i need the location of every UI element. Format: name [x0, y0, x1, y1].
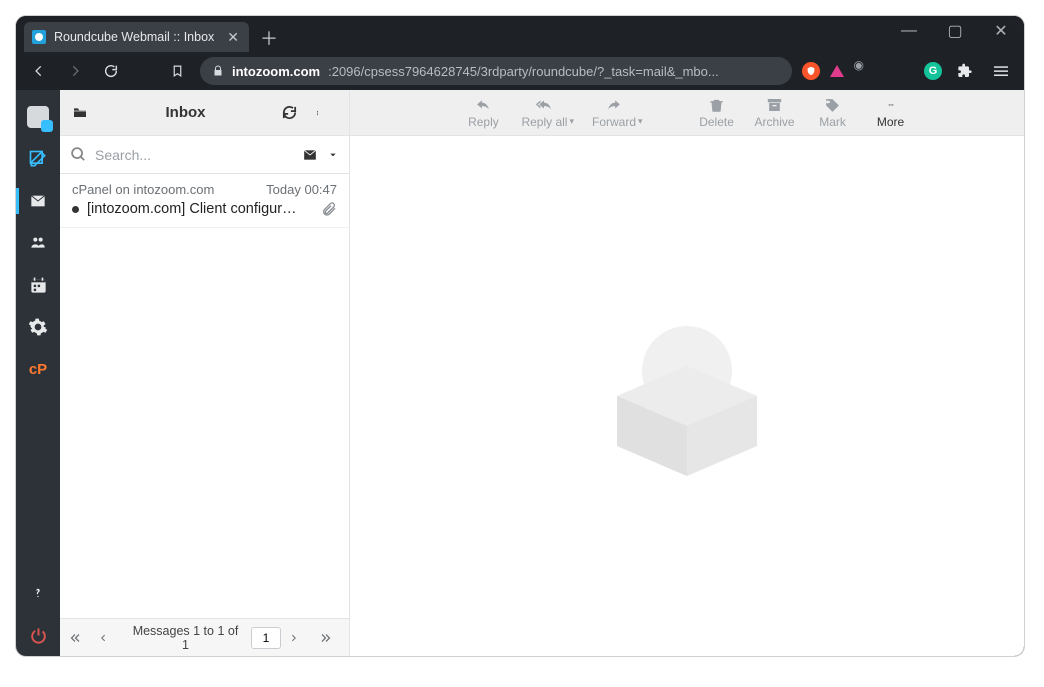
- window-close[interactable]: ✕: [978, 16, 1024, 46]
- list-options-button[interactable]: [315, 104, 339, 122]
- message-subject: [intozoom.com] Client configur…: [87, 201, 313, 217]
- reply-all-button[interactable]: Reply all ▾: [521, 96, 574, 129]
- unread-dot-icon: [72, 206, 79, 213]
- tag-icon: [824, 96, 841, 114]
- sidebar-cpanel[interactable]: cP: [16, 348, 60, 390]
- forward-icon: [605, 96, 623, 114]
- folder-icon[interactable]: [70, 105, 90, 121]
- forward-button[interactable]: Forward ▾: [592, 96, 643, 129]
- more-button[interactable]: More: [871, 96, 911, 129]
- search-scope-icon[interactable]: [301, 148, 319, 162]
- sidebar-logo[interactable]: [16, 96, 60, 138]
- sidebar-settings[interactable]: [16, 306, 60, 348]
- lock-icon: [212, 64, 224, 78]
- nav-forward-button[interactable]: [62, 58, 88, 84]
- caret-down-icon[interactable]: ▾: [638, 116, 643, 129]
- grammarly-icon[interactable]: G: [924, 62, 942, 80]
- trash-icon: [709, 96, 724, 114]
- page-next-button[interactable]: [289, 632, 311, 644]
- brave-shield-icon[interactable]: [802, 62, 820, 80]
- nav-back-button[interactable]: [26, 58, 52, 84]
- brave-rewards-icon[interactable]: [830, 65, 844, 77]
- sidebar-compose[interactable]: [16, 138, 60, 180]
- reply-all-icon: [533, 96, 555, 114]
- page-last-button[interactable]: [319, 632, 341, 644]
- new-tab-button[interactable]: ＋: [255, 24, 283, 52]
- reply-button[interactable]: Reply: [463, 96, 503, 129]
- archive-button[interactable]: Archive: [755, 96, 795, 129]
- tab-close-icon[interactable]: ✕: [227, 29, 239, 46]
- caret-down-icon[interactable]: ▾: [569, 116, 574, 129]
- window-maximize[interactable]: ▢: [932, 16, 978, 46]
- nav-reload-button[interactable]: [98, 58, 124, 84]
- search-input[interactable]: [95, 147, 293, 163]
- message-item[interactable]: cPanel on intozoom.com Today 00:47 [into…: [60, 174, 349, 228]
- bookmark-icon[interactable]: [164, 58, 190, 84]
- reader-toggle-icon[interactable]: ◉: [854, 58, 864, 72]
- preview-pane: Reply Reply all ▾ Forward ▾: [350, 90, 1024, 656]
- delete-button[interactable]: Delete: [697, 96, 737, 129]
- sidebar-calendar[interactable]: [16, 264, 60, 306]
- page-number-input[interactable]: [251, 627, 281, 649]
- browser-menu-icon[interactable]: [988, 58, 1014, 84]
- message-from: cPanel on intozoom.com: [72, 182, 214, 197]
- browser-tab[interactable]: Roundcube Webmail :: Inbox ✕: [24, 22, 249, 52]
- archive-icon: [766, 96, 783, 114]
- page-first-button[interactable]: [68, 632, 90, 644]
- folder-title: Inbox: [100, 104, 271, 121]
- more-icon: [881, 96, 901, 114]
- sidebar-mail[interactable]: [16, 180, 60, 222]
- search-icon: [70, 146, 87, 163]
- mark-button[interactable]: Mark: [813, 96, 853, 129]
- empty-state-icon: [587, 296, 787, 496]
- reply-icon: [474, 96, 492, 114]
- url-bar[interactable]: intozoom.com :2096/cpsess7964628745/3rdp…: [200, 57, 792, 85]
- window-minimize[interactable]: —: [886, 16, 932, 46]
- attachment-icon: [321, 201, 337, 217]
- sidebar-contacts[interactable]: [16, 222, 60, 264]
- page-prev-button[interactable]: [98, 632, 120, 644]
- app-sidebar: cP: [16, 90, 60, 656]
- tab-title: Roundcube Webmail :: Inbox: [54, 30, 219, 44]
- refresh-button[interactable]: [281, 104, 305, 121]
- sidebar-logout[interactable]: [16, 614, 60, 656]
- extensions-icon[interactable]: [952, 58, 978, 84]
- url-path: :2096/cpsess7964628745/3rdparty/roundcub…: [328, 64, 780, 79]
- sidebar-help[interactable]: [16, 572, 60, 614]
- message-list-pane: Inbox: [60, 90, 350, 656]
- favicon-icon: [32, 30, 46, 44]
- message-date: Today 00:47: [266, 182, 337, 197]
- url-domain: intozoom.com: [232, 64, 320, 79]
- search-options-caret[interactable]: [327, 151, 339, 159]
- page-status: Messages 1 to 1 of 1: [128, 624, 243, 652]
